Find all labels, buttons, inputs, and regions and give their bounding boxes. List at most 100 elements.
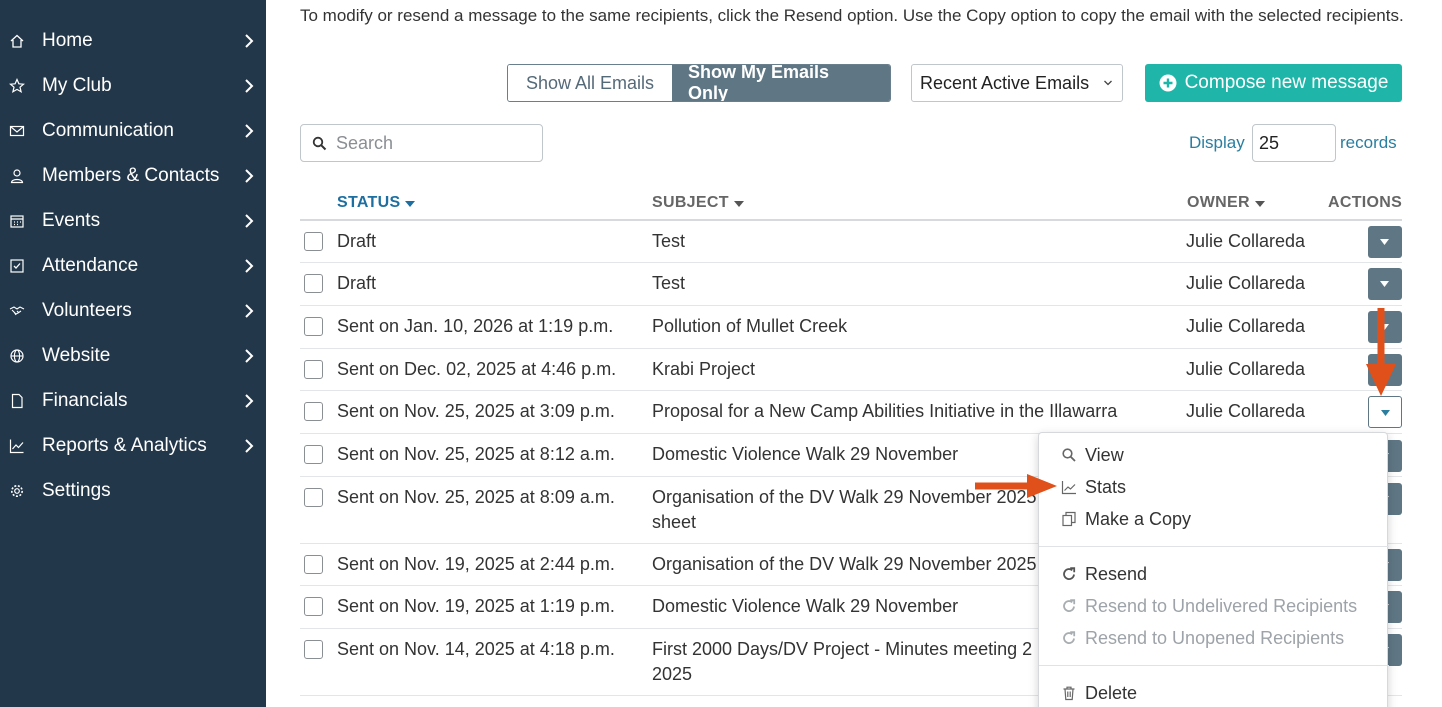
- sort-caret-icon: [405, 201, 416, 207]
- row-checkbox[interactable]: [304, 317, 323, 336]
- row-checkbox[interactable]: [304, 274, 323, 293]
- table-row[interactable]: Draft Test Julie Collareda: [300, 263, 1402, 306]
- sidebar-item-label: Events: [42, 209, 101, 231]
- row-checkbox[interactable]: [304, 445, 323, 464]
- sidebar-item-attendance[interactable]: Attendance: [0, 243, 266, 288]
- menu-item-resend[interactable]: Resend: [1061, 561, 1147, 587]
- row-status: Sent on Nov. 25, 2025 at 8:09 a.m.: [337, 487, 615, 507]
- calendar-icon: [9, 213, 25, 229]
- check-square-icon: [9, 258, 25, 274]
- column-header-status[interactable]: STATUS: [337, 194, 416, 212]
- chart-icon: [9, 438, 25, 454]
- row-subject: Test: [652, 231, 686, 251]
- plus-circle-icon: [1159, 74, 1177, 92]
- sidebar-item-my-club[interactable]: My Club: [0, 63, 266, 108]
- menu-item-resend-unopened: Resend to Unopened Recipients: [1061, 625, 1344, 651]
- menu-divider: [1039, 665, 1389, 666]
- chart-icon: [1061, 481, 1076, 495]
- sidebar-item-communication[interactable]: Communication: [0, 108, 266, 153]
- row-subject: Krabi Project: [652, 359, 756, 379]
- row-checkbox[interactable]: [304, 232, 323, 251]
- sidebar-item-label: Financials: [42, 389, 128, 411]
- records-per-page-input[interactable]: [1252, 124, 1336, 162]
- table-row[interactable]: Draft Test Julie Collareda: [300, 221, 1402, 263]
- refresh-icon: [1063, 599, 1076, 612]
- email-filter-value: Recent Active Emails: [920, 72, 1090, 93]
- sort-caret-icon: [1254, 201, 1265, 207]
- row-status: Sent on Nov. 19, 2025 at 1:19 p.m.: [337, 596, 615, 616]
- compose-message-button[interactable]: Compose new message: [1145, 64, 1402, 102]
- column-header-actions: ACTIONS: [1328, 194, 1402, 212]
- menu-item-label: Resend: [1085, 563, 1148, 584]
- row-checkbox[interactable]: [304, 597, 323, 616]
- star-icon: [9, 77, 25, 94]
- row-checkbox[interactable]: [304, 640, 323, 659]
- table-row[interactable]: Sent on Jan. 10, 2026 at 1:19 p.m. Pollu…: [300, 306, 1402, 349]
- show-all-emails-button[interactable]: Show All Emails: [508, 65, 672, 101]
- sidebar-item-volunteers[interactable]: Volunteers: [0, 288, 266, 333]
- sidebar-item-home[interactable]: Home: [0, 18, 266, 63]
- column-header-label: STATUS: [337, 194, 401, 211]
- row-owner: Julie Collareda: [1186, 359, 1306, 379]
- row-actions-button[interactable]: [1368, 268, 1402, 300]
- search-icon: [1062, 448, 1076, 462]
- chevron-right-icon: [242, 122, 256, 140]
- menu-item-stats[interactable]: Stats: [1061, 474, 1126, 500]
- sidebar-item-settings[interactable]: Settings: [0, 468, 266, 513]
- sidebar-item-label: Website: [42, 344, 111, 366]
- menu-item-delete[interactable]: Delete: [1061, 680, 1137, 706]
- sidebar-item-members-contacts[interactable]: Members & Contacts: [0, 153, 266, 198]
- row-checkbox[interactable]: [304, 360, 323, 379]
- refresh-icon: [1063, 631, 1076, 644]
- column-header-label: ACTIONS: [1328, 194, 1403, 211]
- row-status: Sent on Nov. 25, 2025 at 8:12 a.m.: [337, 444, 615, 464]
- email-scope-toggle: Show All Emails Show My Emails Only: [507, 64, 891, 102]
- row-subject: Pollution of Mullet Creek: [652, 316, 848, 336]
- chevron-right-icon: [242, 32, 256, 50]
- menu-item-view[interactable]: View: [1061, 442, 1124, 468]
- menu-item-resend-undelivered: Resend to Undelivered Recipients: [1061, 593, 1357, 619]
- sidebar-item-label: Settings: [42, 479, 111, 501]
- row-owner: Julie Collareda: [1186, 401, 1306, 421]
- email-filter-select[interactable]: Recent Active Emails: [911, 64, 1123, 102]
- search-input[interactable]: [336, 129, 536, 157]
- sidebar-item-label: My Club: [42, 74, 112, 96]
- column-header-owner[interactable]: OWNER: [1187, 194, 1265, 212]
- app-root: Home My Club Communication Members & Con…: [0, 0, 1442, 707]
- row-status: Sent on Nov. 25, 2025 at 3:09 p.m.: [337, 401, 615, 421]
- sidebar-item-label: Attendance: [42, 254, 139, 276]
- menu-item-label: Delete: [1085, 682, 1138, 703]
- sidebar-item-financials[interactable]: Financials: [0, 378, 266, 423]
- menu-item-label: Stats: [1085, 476, 1127, 497]
- row-status: Sent on Nov. 14, 2025 at 4:18 p.m.: [337, 639, 615, 659]
- sidebar: Home My Club Communication Members & Con…: [0, 0, 266, 707]
- sidebar-item-label: Home: [42, 29, 93, 51]
- show-my-emails-button[interactable]: Show My Emails Only: [672, 65, 890, 101]
- row-owner: Julie Collareda: [1186, 231, 1306, 251]
- gear-icon: [9, 483, 25, 499]
- table-row[interactable]: Sent on Nov. 25, 2025 at 3:09 p.m. Propo…: [300, 391, 1402, 434]
- row-actions-button-open[interactable]: [1368, 396, 1402, 428]
- annotation-arrow-down-icon: [1366, 308, 1396, 396]
- sidebar-item-events[interactable]: Events: [0, 198, 266, 243]
- menu-item-make-copy[interactable]: Make a Copy: [1061, 506, 1191, 532]
- sidebar-item-website[interactable]: Website: [0, 333, 266, 378]
- compose-label: Compose new message: [1184, 72, 1389, 93]
- sidebar-item-label: Volunteers: [42, 299, 132, 321]
- row-checkbox[interactable]: [304, 555, 323, 574]
- column-header-subject[interactable]: SUBJECT: [652, 194, 744, 212]
- row-checkbox[interactable]: [304, 402, 323, 421]
- trash-icon: [1063, 686, 1075, 701]
- sidebar-item-reports-analytics[interactable]: Reports & Analytics: [0, 423, 266, 468]
- row-actions-button[interactable]: [1368, 226, 1402, 258]
- chevron-right-icon: [242, 77, 256, 95]
- chevron-right-icon: [242, 302, 256, 320]
- chevron-down-icon: [1104, 80, 1112, 86]
- user-icon: [9, 168, 25, 184]
- sidebar-item-label: Communication: [42, 119, 174, 141]
- row-subject: Proposal for a New Camp Abilities Initia…: [652, 401, 1118, 421]
- document-icon: [9, 393, 25, 409]
- menu-divider: [1039, 546, 1389, 547]
- table-row[interactable]: Sent on Dec. 02, 2025 at 4:46 p.m. Krabi…: [300, 349, 1402, 391]
- row-checkbox[interactable]: [304, 488, 323, 507]
